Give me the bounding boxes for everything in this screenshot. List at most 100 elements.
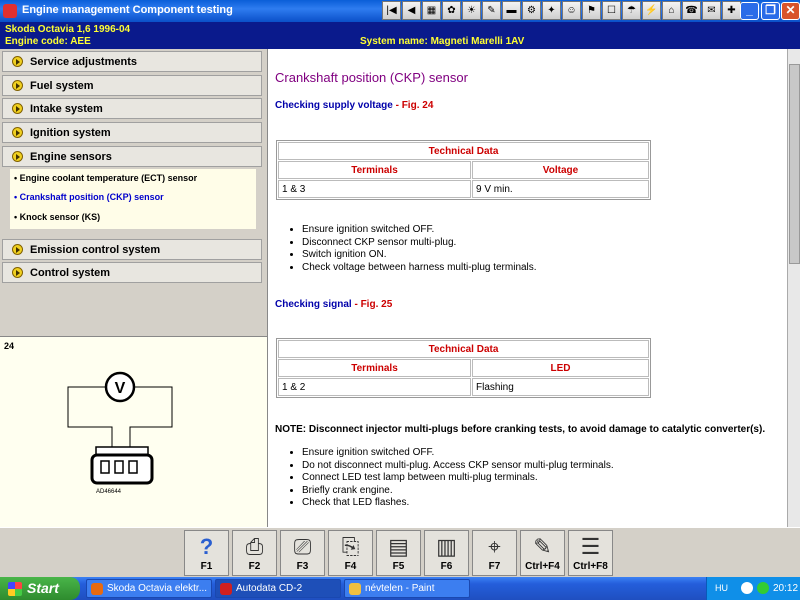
f6-button[interactable]: ▥ F6 (424, 530, 469, 576)
f1-help-button[interactable]: ? F1 (184, 530, 229, 576)
scrollbar-thumb[interactable] (789, 64, 800, 264)
first-page-icon[interactable]: |◀ (382, 1, 401, 20)
taskbar-item-paint[interactable]: névtelen - Paint (344, 579, 470, 598)
ctrl-f8-button[interactable]: ☰ Ctrl+F8 (568, 530, 613, 576)
tool-icon-8[interactable]: ☺ (562, 1, 581, 20)
section-separator: - (351, 299, 361, 310)
list-item: Check that LED flashes. (302, 497, 614, 510)
firefox-icon (91, 583, 103, 595)
start-button[interactable]: Start (0, 577, 80, 600)
taskbar-item-skoda-octavia[interactable]: Skoda Octavia elektr... (86, 579, 212, 598)
sidebar-item-label: Service adjustments (30, 56, 137, 68)
fkey-label: F6 (440, 561, 453, 572)
table-header: Technical Data (278, 340, 649, 358)
submenu-item-ckp-sensor[interactable]: • Crankshaft position (CKP) sensor (14, 192, 164, 202)
list-item: Do not disconnect multi-plug. Access CKP… (302, 460, 614, 473)
clock: 20:12 (773, 583, 799, 594)
fkey-label: F3 (296, 561, 309, 572)
tool-icon-4[interactable]: ✎ (482, 1, 501, 20)
language-indicator[interactable]: HU (715, 583, 728, 593)
steps-list-signal: Ensure ignition switched OFF. Do not dis… (290, 447, 614, 510)
system-name: System name: Magneti Marelli 1AV (360, 36, 525, 47)
list-item: Ensure ignition switched OFF. (302, 224, 537, 237)
sidebar-item-engine-sensors[interactable]: Engine sensors (2, 146, 262, 167)
taskbar-item-label: névtelen - Paint (365, 583, 435, 594)
f7-button[interactable]: ⌖ F7 (472, 530, 517, 576)
taskbar: Start Skoda Octavia elektr... Autodata C… (0, 577, 800, 600)
figure-link[interactable]: Fig. 24 (402, 100, 434, 111)
table-cell: 1 & 3 (278, 180, 471, 198)
document-icon: ▤ (388, 534, 409, 559)
voltmeter-label: V (115, 380, 126, 397)
maximize-button[interactable]: ❐ (761, 2, 780, 20)
vehicle-info-bar: Skoda Octavia 1,6 1996-04 Engine code: A… (0, 22, 800, 49)
toolbar: |◀ ◀ ▦ ✿ ☀ ✎ ▬ ⚙ ✦ ☺ ⚑ ☐ ☂ ⚡ ⌂ ☎ ✉ ✚ (382, 1, 741, 21)
table-cell: Flashing (472, 378, 649, 396)
table-header: Technical Data (278, 142, 649, 160)
tool-icon-15[interactable]: ✉ (702, 1, 721, 20)
tray-app-icon[interactable] (741, 582, 753, 594)
f3-button[interactable]: ⎚ F3 (280, 530, 325, 576)
network-icon[interactable] (757, 582, 769, 594)
sensor-connector-icon (90, 446, 154, 485)
close-button[interactable]: ✕ (781, 2, 800, 20)
tool-icon-13[interactable]: ⌂ (662, 1, 681, 20)
tool-icon-12[interactable]: ⚡ (642, 1, 661, 20)
tool-icon-14[interactable]: ☎ (682, 1, 701, 20)
submenu-item-knock-sensor[interactable]: • Knock sensor (KS) (14, 212, 100, 222)
column-header: Voltage (472, 161, 649, 179)
tool-icon-10[interactable]: ☐ (602, 1, 621, 20)
figure-panel: 24 V AD46644 (0, 336, 267, 528)
warning-note: NOTE: Disconnect injector multi-plugs be… (275, 424, 766, 435)
probe-icon: ⌖ (488, 534, 501, 559)
section-heading-text: Checking supply voltage (275, 100, 393, 111)
f2-print-button[interactable]: ⎙ F2 (232, 530, 277, 576)
sidebar-item-service-adjustments[interactable]: Service adjustments (2, 51, 262, 72)
tool-icon-7[interactable]: ✦ (542, 1, 561, 20)
tool-icon-9[interactable]: ⚑ (582, 1, 601, 20)
tool-icon-5[interactable]: ▬ (502, 1, 521, 20)
submenu-item-label: Engine coolant temperature (ECT) sensor (19, 173, 198, 183)
section-heading-supply-voltage: Checking supply voltage - Fig. 24 (275, 100, 433, 111)
fkey-label: F4 (344, 561, 357, 572)
minimize-button[interactable]: _ (740, 2, 759, 20)
sidebar-item-label: Emission control system (30, 244, 161, 256)
vertical-scrollbar[interactable] (787, 49, 800, 527)
tool-icon-16[interactable]: ✚ (722, 1, 741, 20)
fkey-label: F1 (200, 561, 213, 572)
autodata-icon (220, 583, 232, 595)
list-item: Ensure ignition switched OFF. (302, 447, 614, 460)
arrow-icon (12, 244, 23, 255)
figure-link[interactable]: Fig. 25 (361, 299, 393, 310)
prev-page-icon[interactable]: ◀ (402, 1, 421, 20)
fkey-label: F2 (248, 561, 261, 572)
column-header: LED (472, 359, 649, 377)
tool-icon-11[interactable]: ☂ (622, 1, 641, 20)
submenu-item-ect-sensor[interactable]: • Engine coolant temperature (ECT) senso… (14, 173, 197, 183)
arrow-icon (12, 103, 23, 114)
ctrl-f4-button[interactable]: ✎ Ctrl+F4 (520, 530, 565, 576)
tool-icon-1[interactable]: ▦ (422, 1, 441, 20)
list-item: Connect LED test lamp between multi-plug… (302, 472, 614, 485)
sidebar-item-label: Fuel system (30, 80, 94, 92)
sidebar-item-intake-system[interactable]: Intake system (2, 98, 262, 119)
tool-icon-6[interactable]: ⚙ (522, 1, 541, 20)
tool-icon-3[interactable]: ☀ (462, 1, 481, 20)
f4-button[interactable]: ⎘ F4 (328, 530, 373, 576)
taskbar-item-label: Autodata CD-2 (236, 583, 303, 594)
tool-icon-2[interactable]: ✿ (442, 1, 461, 20)
section-heading-text: Checking signal (275, 299, 352, 310)
f5-button[interactable]: ▤ F5 (376, 530, 421, 576)
sidebar-item-control-system[interactable]: Control system (2, 262, 262, 283)
table-cell: 9 V min. (472, 180, 649, 198)
column-header: Terminals (278, 359, 471, 377)
section-heading-signal: Checking signal - Fig. 25 (275, 299, 392, 310)
sidebar-item-ignition-system[interactable]: Ignition system (2, 122, 262, 143)
taskbar-item-autodata[interactable]: Autodata CD-2 (215, 579, 341, 598)
arrow-icon (12, 56, 23, 67)
taskbar-item-label: Skoda Octavia elektr... (107, 583, 208, 594)
window-title: Engine management Component testing (22, 4, 233, 16)
sidebar-item-fuel-system[interactable]: Fuel system (2, 75, 262, 96)
arrow-icon (12, 80, 23, 91)
sidebar-item-emission-control[interactable]: Emission control system (2, 239, 262, 260)
